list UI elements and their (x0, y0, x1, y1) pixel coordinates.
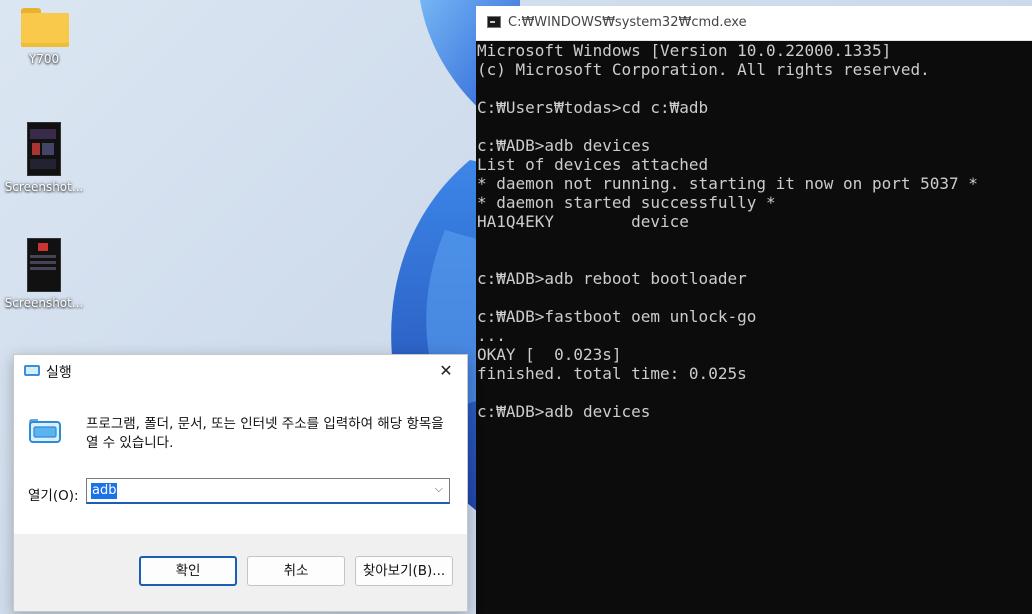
open-input-value[interactable]: adb (91, 483, 118, 499)
open-combobox[interactable]: adb ⌵ (86, 478, 450, 504)
run-dialog[interactable]: 실행 ✕ 프로그램, 폴더, 문서, 또는 인터넷 주소를 입력하여 해당 항목… (13, 354, 468, 612)
console-line: c:₩ADB>adb devices (477, 402, 651, 421)
console-line: (c) Microsoft Corporation. All rights re… (477, 60, 930, 79)
console-line: c:₩ADB>fastboot oem unlock-go (477, 307, 757, 326)
console-line: HA1Q4EKY device (477, 212, 689, 231)
terminal-icon (487, 16, 501, 28)
image-file-icon (27, 122, 61, 176)
console-line: * daemon not running. starting it now on… (477, 174, 978, 193)
cmd-window-title: C:₩WINDOWS₩system32₩cmd.exe (508, 15, 747, 30)
run-icon (24, 365, 40, 376)
desktop-icon-screenshot-2[interactable]: Screenshot... (2, 238, 86, 310)
cancel-button[interactable]: 취소 (247, 556, 345, 586)
console-line: c:₩ADB>adb devices (477, 136, 651, 155)
desktop-icon-screenshot-1[interactable]: Screenshot... (2, 122, 86, 194)
desktop-icon-label: Screenshot... (4, 180, 84, 194)
console-line: ... (477, 326, 506, 345)
desktop-icon-y700[interactable]: Y700 (2, 8, 86, 66)
cmd-console-output[interactable]: Microsoft Windows [Version 10.0.22000.13… (476, 41, 1032, 421)
cmd-window[interactable]: C:₩WINDOWS₩system32₩cmd.exe Microsoft Wi… (476, 6, 1032, 614)
run-dialog-footer: 확인 취소 찾아보기(B)... (14, 534, 467, 611)
run-dialog-titlebar[interactable]: 실행 ✕ (14, 355, 467, 387)
close-icon[interactable]: ✕ (433, 359, 459, 383)
run-program-icon (29, 419, 61, 443)
console-line: OKAY [ 0.023s] (477, 345, 622, 364)
console-line: * daemon started successfully * (477, 193, 776, 212)
open-field-label: 열기(O): (28, 488, 79, 504)
desktop-icon-label: Screenshot... (4, 296, 84, 310)
run-dialog-description: 프로그램, 폴더, 문서, 또는 인터넷 주소를 입력하여 해당 항목을 열 수… (86, 416, 444, 451)
console-line: finished. total time: 0.025s (477, 364, 747, 383)
ok-button[interactable]: 확인 (139, 556, 237, 586)
cmd-titlebar[interactable]: C:₩WINDOWS₩system32₩cmd.exe (476, 6, 1032, 41)
console-line: C:₩Users₩todas>cd c:₩adb (477, 98, 709, 117)
folder-icon (19, 8, 69, 48)
console-line: Microsoft Windows [Version 10.0.22000.13… (477, 41, 892, 60)
image-file-icon (27, 238, 61, 292)
console-line: List of devices attached (477, 155, 709, 174)
browse-button[interactable]: 찾아보기(B)... (355, 556, 453, 586)
run-dialog-title: 실행 (46, 365, 72, 381)
desktop-icon-label: Y700 (28, 52, 60, 66)
chevron-down-icon[interactable]: ⌵ (435, 482, 443, 496)
console-line: c:₩ADB>adb reboot bootloader (477, 269, 747, 288)
